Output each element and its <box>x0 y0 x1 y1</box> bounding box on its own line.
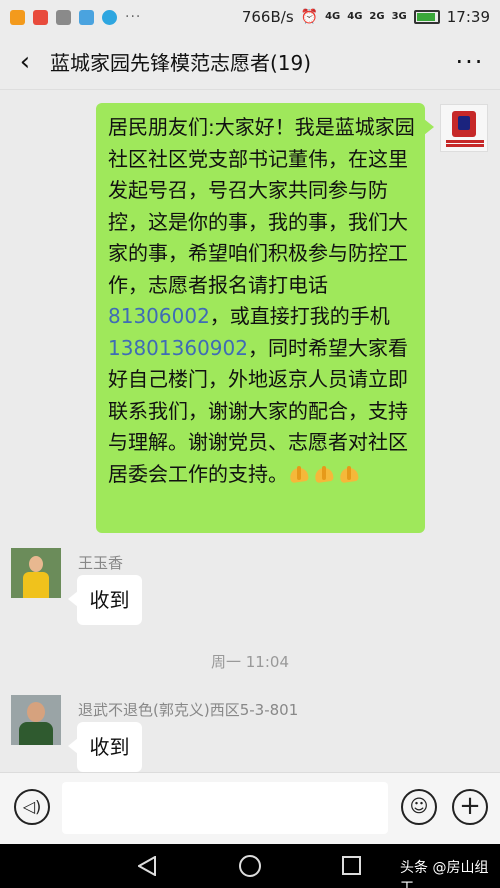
signal-indicator-1: 4G <box>325 11 341 22</box>
sender-name: 退武不退色(郭克义)西区5-3-801 <box>78 701 299 719</box>
chat-area[interactable]: 居民朋友们:大家好！我是蓝城家园社区社区党支部书记董伟，在这里发起号召，号召大家… <box>0 90 500 772</box>
telegram-icon <box>102 9 117 25</box>
outgoing-message-bubble[interactable]: 居民朋友们:大家好！我是蓝城家园社区社区党支部书记董伟，在这里发起号召，号召大家… <box>96 103 434 533</box>
chat-header: ‹ 蓝城家园先锋模范志愿者(19) ··· <box>0 34 500 90</box>
folded-hands-icon <box>313 464 335 484</box>
voicemail-icon <box>79 9 94 25</box>
message-timestamp: 周一 11:04 <box>211 653 289 671</box>
sender-avatar[interactable] <box>11 695 61 745</box>
message-text: 居民朋友们:大家好！我是蓝城家园社区社区党支部书记董伟，在这里发起号召，号召大家… <box>108 115 415 297</box>
nav-back-icon[interactable] <box>138 856 156 876</box>
group-title: 蓝城家园先锋模范志愿者(19) <box>50 51 312 75</box>
photo-icon <box>56 9 71 25</box>
system-nav-bar: 头条 @房山组工 <box>0 844 500 888</box>
folded-hands-icon <box>338 464 360 484</box>
message-text: ，或直接打我的手机 <box>209 304 390 328</box>
signal-indicator-4: 3G <box>391 11 407 22</box>
status-bar: ··· 766B/s ⏰ 4G 4G 2G 3G 17:39 <box>0 0 500 34</box>
voice-input-button[interactable]: ◁) <box>14 789 50 825</box>
signal-indicator-2: 4G <box>347 11 363 22</box>
phone-link[interactable]: 81306002 <box>108 304 210 328</box>
more-notifications: ··· <box>125 9 142 25</box>
own-avatar[interactable] <box>440 104 488 152</box>
alarm-icon: ⏰ <box>300 9 319 25</box>
more-actions-button[interactable]: + <box>452 789 488 825</box>
sender-name: 王玉香 <box>78 554 124 572</box>
emoji-button[interactable]: ☺ <box>401 789 437 825</box>
community-emblem-icon <box>452 111 476 137</box>
watermark: 头条 @房山组工 <box>400 860 489 888</box>
incoming-message-bubble[interactable]: 收到 <box>68 722 142 772</box>
signal-indicator-3: 2G <box>369 11 385 22</box>
network-speed: 766B/s <box>241 8 294 26</box>
phone-link[interactable]: 13801360902 <box>108 336 248 360</box>
battery-icon <box>413 10 440 24</box>
back-button[interactable]: ‹ <box>0 47 50 77</box>
incoming-message-bubble[interactable]: 收到 <box>68 575 142 625</box>
app-icon-red <box>33 9 48 25</box>
app-icon-orange <box>10 9 25 25</box>
folded-hands-icon <box>288 464 310 484</box>
nav-recent-icon[interactable] <box>342 856 361 875</box>
nav-home-icon[interactable] <box>239 855 261 877</box>
sender-avatar[interactable] <box>11 548 61 598</box>
clock: 17:39 <box>446 8 490 26</box>
more-options-button[interactable]: ··· <box>440 48 500 76</box>
message-input[interactable] <box>62 782 388 834</box>
input-bar: ◁) ☺ + <box>0 772 500 844</box>
